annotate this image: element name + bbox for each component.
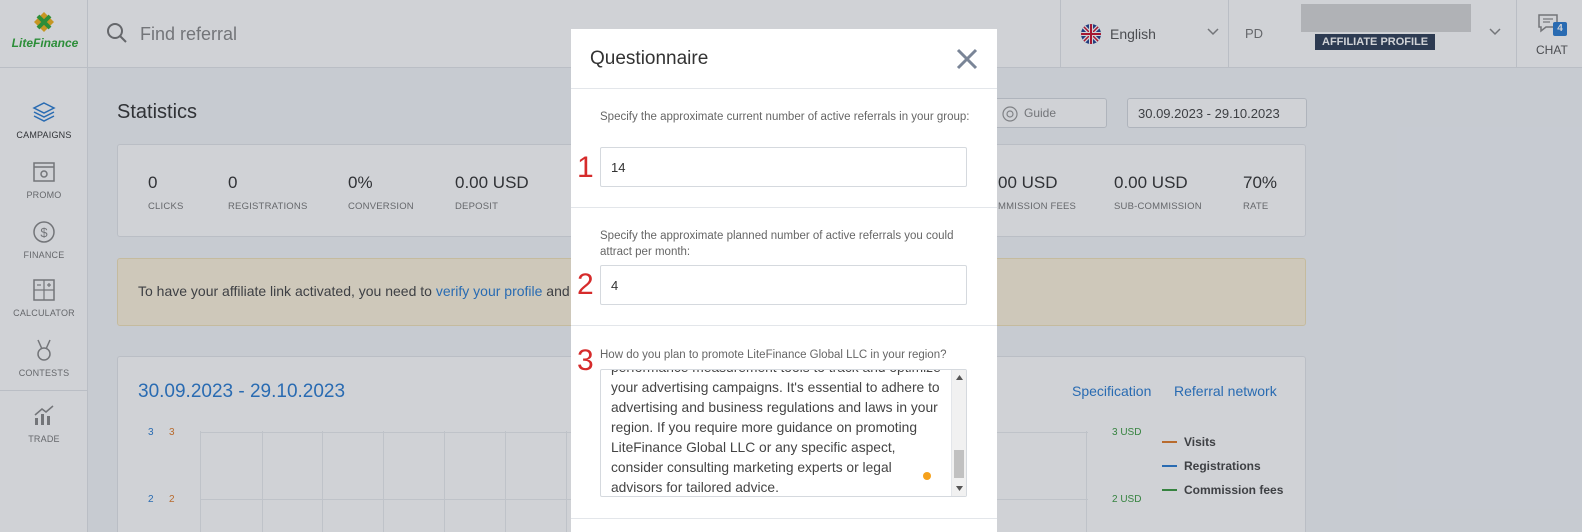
grammar-indicator-icon[interactable] <box>923 472 931 480</box>
scroll-up-icon[interactable] <box>955 373 964 382</box>
annotation-number: 1 <box>577 151 594 184</box>
annotation-number: 2 <box>577 268 594 301</box>
question-label: How do you plan to promote LiteFinance G… <box>600 349 947 361</box>
close-icon[interactable] <box>955 47 979 71</box>
modal-header: Questionnaire <box>571 29 997 89</box>
question-2: Specify the approximate planned number o… <box>571 208 997 326</box>
questionnaire-modal: Questionnaire Specify the approximate cu… <box>571 29 997 532</box>
question-1: Specify the approximate current number o… <box>571 89 997 208</box>
question-3: How do you plan to promote LiteFinance G… <box>571 326 997 519</box>
scroll-thumb[interactable] <box>954 450 964 478</box>
question-label: Specify the approximate planned number o… <box>600 230 954 258</box>
question-label: Specify the approximate current number o… <box>600 111 970 123</box>
modal-title: Questionnaire <box>590 48 709 69</box>
textarea-scrollbar[interactable] <box>951 370 966 496</box>
scroll-down-icon[interactable] <box>955 484 964 493</box>
current-referrals-input[interactable] <box>600 147 967 187</box>
promotion-plan-textarea[interactable]: performance measurement tools to track a… <box>600 369 967 497</box>
annotation-number: 3 <box>577 344 594 377</box>
planned-referrals-input[interactable] <box>600 265 967 305</box>
promotion-plan-text: performance measurement tools to track a… <box>611 370 941 495</box>
